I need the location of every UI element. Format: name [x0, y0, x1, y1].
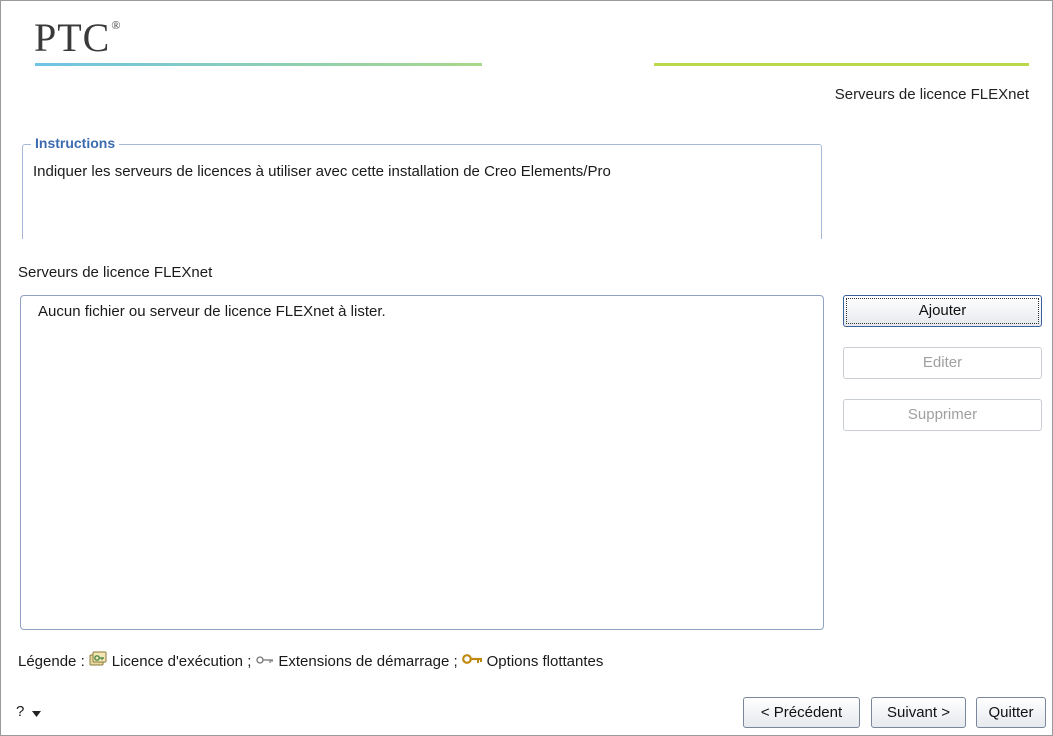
- startup-extension-key-icon: [255, 653, 275, 670]
- legend-row: Légende : Licence d'exécution ; Extensio…: [18, 650, 603, 672]
- legend-prefix: Légende :: [18, 652, 85, 670]
- help-menu[interactable]: ?: [16, 703, 41, 721]
- delete-button: Supprimer: [843, 399, 1042, 431]
- header-accent-line-left: [35, 63, 482, 66]
- runtime-license-icon: [89, 650, 109, 672]
- edit-button: Editer: [843, 347, 1042, 379]
- license-servers-label: Serveurs de licence FLEXnet: [18, 264, 213, 281]
- header-accent-line-right: [654, 63, 1029, 66]
- legend-runtime-label: Licence d'exécution ;: [111, 652, 252, 670]
- page-title: Serveurs de licence FLEXnet: [834, 86, 1029, 103]
- help-label: ?: [16, 703, 25, 720]
- instructions-legend: Instructions: [31, 135, 120, 151]
- floating-option-key-icon: [461, 652, 484, 670]
- license-servers-list[interactable]: [20, 295, 824, 630]
- quit-button[interactable]: Quitter: [976, 697, 1046, 728]
- next-button[interactable]: Suivant >: [871, 697, 966, 728]
- ptc-logo: PTC®: [34, 15, 122, 60]
- instructions-text: Indiquer les serveurs de licences à util…: [33, 163, 611, 180]
- add-button[interactable]: Ajouter: [843, 295, 1042, 327]
- license-servers-empty-message: Aucun fichier ou serveur de licence FLEX…: [38, 303, 386, 320]
- previous-button[interactable]: < Précédent: [743, 697, 860, 728]
- chevron-down-icon: [31, 704, 41, 721]
- legend-floating-label: Options flottantes: [486, 652, 604, 670]
- legend-startup-label: Extensions de démarrage ;: [278, 652, 458, 670]
- instructions-group: Instructions Indiquer les serveurs de li…: [22, 135, 822, 239]
